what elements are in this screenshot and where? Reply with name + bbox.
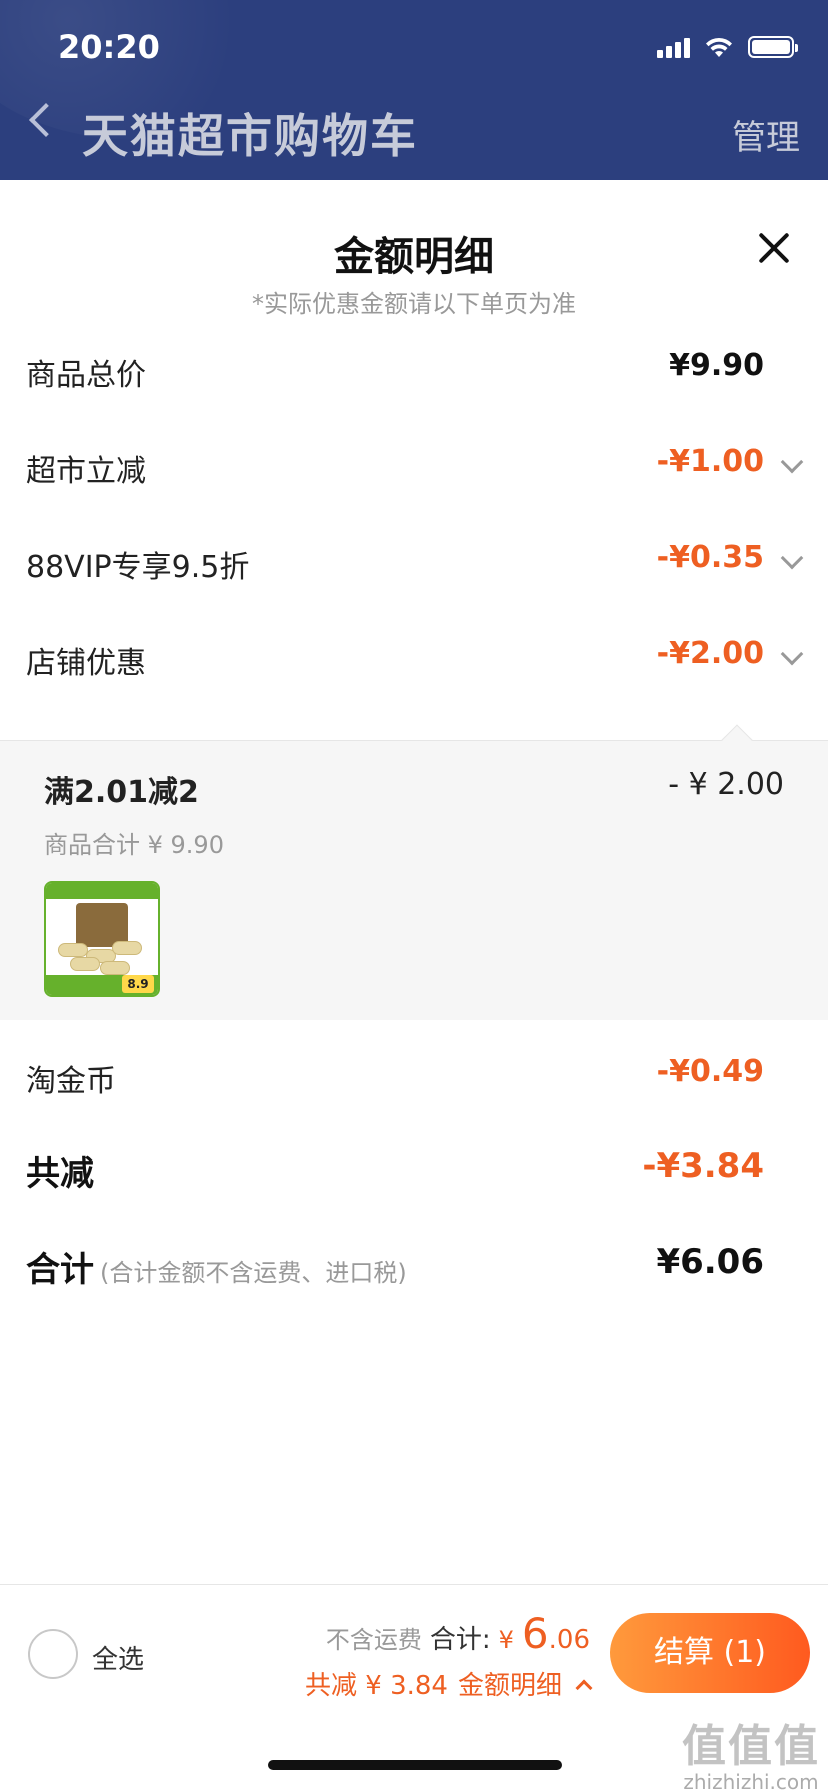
promo-amount: - ¥ 2.00: [668, 767, 784, 802]
sum-label-group: 合计 (合计金额不含运费、进口税): [26, 1242, 407, 1291]
sheet-title: 金额明细: [334, 234, 494, 280]
promo-subtotal: 商品合计 ¥ 9.90: [44, 831, 224, 859]
row-label: 88VIP专享9.5折: [26, 550, 250, 585]
cellular-signal-icon: [657, 36, 690, 58]
sum-label: 合计: [26, 1250, 94, 1290]
shipping-note: 不含运费: [325, 1626, 422, 1654]
select-all-checkbox[interactable]: [28, 1629, 78, 1679]
chevron-down-icon[interactable]: [780, 642, 804, 666]
thumbnail-price-tag: 8.9: [122, 975, 154, 993]
row-value: ¥9.90: [669, 348, 764, 383]
row-value: -¥0.49: [656, 1054, 764, 1089]
product-thumbnail[interactable]: 8.9: [44, 881, 160, 997]
watermark: 值值值 zhizhizhi.com: [682, 1710, 820, 1792]
page-title: 天猫超市购物车: [82, 109, 418, 163]
sheet-subtitle: *实际优惠金额请以下单页为准: [252, 290, 576, 318]
row-value: -¥1.00: [656, 444, 764, 479]
total-reduction-value: -¥3.84: [642, 1146, 764, 1186]
row-supermarket-discount[interactable]: 超市立减 -¥1.00: [0, 418, 828, 514]
sum-value: ¥6.06: [656, 1242, 764, 1282]
amount-detail-sheet: 金额明细 *实际优惠金额请以下单页为准 商品总价 ¥9.90 超市立减 -¥1.…: [0, 180, 828, 1792]
top-header: 20:20 天猫超市购物车 管理: [0, 0, 828, 180]
status-icons: [657, 36, 798, 58]
chevron-down-icon[interactable]: [780, 546, 804, 570]
reduction-text: 共减 ¥ 3.84: [305, 1671, 448, 1701]
total-summary: 不含运费 合计: ¥ 6 .06: [326, 1609, 590, 1658]
home-indicator[interactable]: [268, 1760, 562, 1770]
row-label: 商品总价: [26, 358, 146, 393]
shop-discount-detail: 满2.01减2 - ¥ 2.00 商品合计 ¥ 9.90 8.9: [0, 724, 828, 1020]
select-all-label[interactable]: 全选: [92, 1639, 144, 1676]
amount-detail-link[interactable]: 金额明细: [458, 1665, 562, 1702]
wifi-icon: [706, 37, 732, 57]
manage-button[interactable]: 管理: [732, 110, 800, 159]
row-label: 超市立减: [26, 454, 146, 489]
status-time: 20:20: [58, 28, 160, 66]
checkout-button[interactable]: 结算 (1): [610, 1613, 810, 1693]
close-icon[interactable]: [756, 230, 792, 266]
total-amount-decimal: .06: [548, 1625, 590, 1655]
reduction-summary[interactable]: 共减 ¥ 3.84 金额明细: [305, 1665, 593, 1702]
chevron-down-icon[interactable]: [780, 450, 804, 474]
currency-symbol: ¥: [498, 1626, 514, 1654]
row-value: -¥0.35: [656, 540, 764, 575]
detail-pointer: [721, 724, 753, 756]
total-label: 合计:: [429, 1625, 491, 1655]
row-88vip-discount[interactable]: 88VIP专享9.5折 -¥0.35: [0, 514, 828, 610]
chevron-up-icon[interactable]: [575, 1679, 593, 1696]
sum-note: (合计金额不含运费、进口税): [100, 1259, 407, 1287]
row-goods-total: 商品总价 ¥9.90: [0, 322, 828, 418]
row-label: 淘金币: [26, 1064, 116, 1099]
row-taojinbi: 淘金币 -¥0.49: [0, 1028, 828, 1124]
total-reduction-label: 共减: [26, 1154, 94, 1194]
row-shop-discount[interactable]: 店铺优惠 -¥2.00: [0, 610, 828, 706]
battery-icon: [748, 36, 798, 58]
total-amount-integer: 6: [521, 1609, 549, 1658]
watermark-logo: 值值值: [682, 1721, 820, 1772]
watermark-url: zhizhizhi.com: [683, 1770, 819, 1792]
promo-title: 满2.01减2: [44, 775, 199, 810]
row-value: -¥2.00: [656, 636, 764, 671]
row-label: 店铺优惠: [26, 646, 146, 681]
